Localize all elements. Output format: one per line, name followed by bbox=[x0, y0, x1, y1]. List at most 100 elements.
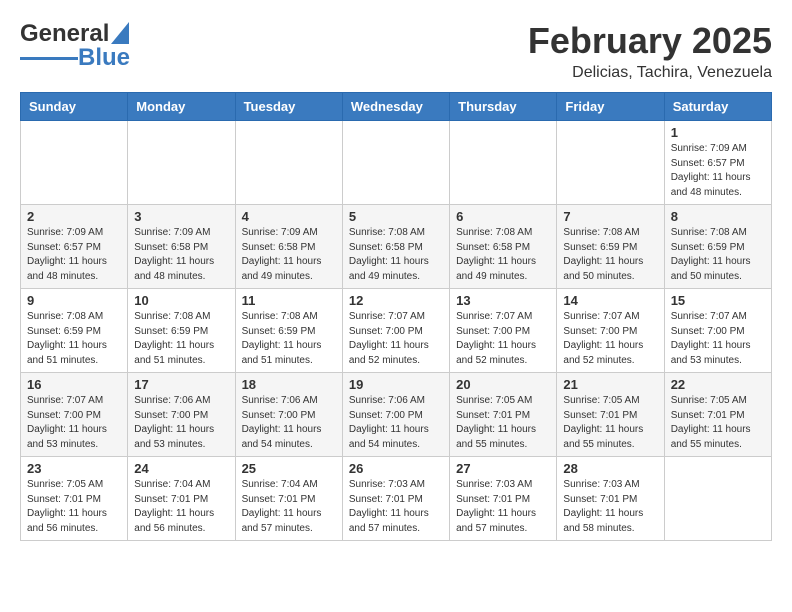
day-info: Sunrise: 7:08 AM Sunset: 6:58 PM Dayligh… bbox=[456, 226, 550, 284]
day-info: Sunrise: 7:07 AM Sunset: 7:00 PM Dayligh… bbox=[27, 394, 121, 452]
calendar-week-3: 16 Sunrise: 7:07 AM Sunset: 7:00 PM Dayli… bbox=[21, 373, 772, 457]
day-number: 22 bbox=[671, 377, 765, 392]
day-info: Sunrise: 7:08 AM Sunset: 6:58 PM Dayligh… bbox=[349, 226, 443, 284]
calendar-cell bbox=[235, 121, 342, 205]
calendar-cell bbox=[664, 457, 771, 541]
day-number: 17 bbox=[134, 377, 228, 392]
day-info: Sunrise: 7:06 AM Sunset: 7:00 PM Dayligh… bbox=[242, 394, 336, 452]
day-number: 25 bbox=[242, 461, 336, 476]
day-number: 5 bbox=[349, 209, 443, 224]
day-info: Sunrise: 7:09 AM Sunset: 6:58 PM Dayligh… bbox=[134, 226, 228, 284]
weekday-header-sunday: Sunday bbox=[21, 93, 128, 121]
day-number: 10 bbox=[134, 293, 228, 308]
calendar-cell: 26 Sunrise: 7:03 AM Sunset: 7:01 PM Dayli… bbox=[342, 457, 449, 541]
calendar-cell: 2 Sunrise: 7:09 AM Sunset: 6:57 PM Daylig… bbox=[21, 205, 128, 289]
month-title: February 2025 bbox=[528, 20, 772, 62]
day-info: Sunrise: 7:09 AM Sunset: 6:58 PM Dayligh… bbox=[242, 226, 336, 284]
day-number: 3 bbox=[134, 209, 228, 224]
day-info: Sunrise: 7:08 AM Sunset: 6:59 PM Dayligh… bbox=[671, 226, 765, 284]
day-number: 1 bbox=[671, 125, 765, 140]
calendar-week-0: 1 Sunrise: 7:09 AM Sunset: 6:57 PM Daylig… bbox=[21, 121, 772, 205]
day-info: Sunrise: 7:05 AM Sunset: 7:01 PM Dayligh… bbox=[27, 478, 121, 536]
calendar-cell: 16 Sunrise: 7:07 AM Sunset: 7:00 PM Dayli… bbox=[21, 373, 128, 457]
calendar-cell: 23 Sunrise: 7:05 AM Sunset: 7:01 PM Dayli… bbox=[21, 457, 128, 541]
day-number: 6 bbox=[456, 209, 550, 224]
logo-icon bbox=[111, 22, 129, 44]
day-number: 7 bbox=[563, 209, 657, 224]
calendar-cell: 17 Sunrise: 7:06 AM Sunset: 7:00 PM Dayli… bbox=[128, 373, 235, 457]
calendar-cell bbox=[450, 121, 557, 205]
day-number: 18 bbox=[242, 377, 336, 392]
calendar-cell: 5 Sunrise: 7:08 AM Sunset: 6:58 PM Daylig… bbox=[342, 205, 449, 289]
calendar-cell: 13Sunrise: 7:07 AM Sunset: 7:00 PM Dayli… bbox=[450, 289, 557, 373]
calendar-cell: 12Sunrise: 7:07 AM Sunset: 7:00 PM Dayli… bbox=[342, 289, 449, 373]
day-info: Sunrise: 7:05 AM Sunset: 7:01 PM Dayligh… bbox=[456, 394, 550, 452]
day-number: 12 bbox=[349, 293, 443, 308]
day-info: Sunrise: 7:09 AM Sunset: 6:57 PM Dayligh… bbox=[671, 142, 765, 200]
day-number: 16 bbox=[27, 377, 121, 392]
calendar-cell: 18 Sunrise: 7:06 AM Sunset: 7:00 PM Dayli… bbox=[235, 373, 342, 457]
day-number: 26 bbox=[349, 461, 443, 476]
day-number: 15 bbox=[671, 293, 765, 308]
calendar-cell: 3 Sunrise: 7:09 AM Sunset: 6:58 PM Daylig… bbox=[128, 205, 235, 289]
weekday-header-monday: Monday bbox=[128, 93, 235, 121]
day-info: Sunrise: 7:03 AM Sunset: 7:01 PM Dayligh… bbox=[349, 478, 443, 536]
calendar-cell bbox=[557, 121, 664, 205]
day-number: 23 bbox=[27, 461, 121, 476]
day-info: Sunrise: 7:04 AM Sunset: 7:01 PM Dayligh… bbox=[134, 478, 228, 536]
location-title: Delicias, Tachira, Venezuela bbox=[528, 64, 772, 82]
weekday-header-tuesday: Tuesday bbox=[235, 93, 342, 121]
title-area: February 2025 Delicias, Tachira, Venezue… bbox=[528, 20, 772, 82]
calendar-cell: 24Sunrise: 7:04 AM Sunset: 7:01 PM Dayli… bbox=[128, 457, 235, 541]
calendar-cell: 21Sunrise: 7:05 AM Sunset: 7:01 PM Dayli… bbox=[557, 373, 664, 457]
calendar-cell: 14Sunrise: 7:07 AM Sunset: 7:00 PM Dayli… bbox=[557, 289, 664, 373]
logo: General Blue bbox=[20, 20, 130, 72]
day-number: 21 bbox=[563, 377, 657, 392]
calendar-cell bbox=[128, 121, 235, 205]
calendar-header-row: SundayMondayTuesdayWednesdayThursdayFrid… bbox=[21, 93, 772, 121]
calendar-cell: 11 Sunrise: 7:08 AM Sunset: 6:59 PM Dayli… bbox=[235, 289, 342, 373]
calendar-week-1: 2 Sunrise: 7:09 AM Sunset: 6:57 PM Daylig… bbox=[21, 205, 772, 289]
calendar-cell: 19Sunrise: 7:06 AM Sunset: 7:00 PM Dayli… bbox=[342, 373, 449, 457]
day-info: Sunrise: 7:06 AM Sunset: 7:00 PM Dayligh… bbox=[134, 394, 228, 452]
day-number: 27 bbox=[456, 461, 550, 476]
calendar-cell: 1 Sunrise: 7:09 AM Sunset: 6:57 PM Daylig… bbox=[664, 121, 771, 205]
calendar-cell bbox=[21, 121, 128, 205]
calendar-cell: 10Sunrise: 7:08 AM Sunset: 6:59 PM Dayli… bbox=[128, 289, 235, 373]
day-number: 20 bbox=[456, 377, 550, 392]
day-number: 8 bbox=[671, 209, 765, 224]
logo-blue: Blue bbox=[78, 44, 130, 72]
day-info: Sunrise: 7:06 AM Sunset: 7:00 PM Dayligh… bbox=[349, 394, 443, 452]
day-info: Sunrise: 7:03 AM Sunset: 7:01 PM Dayligh… bbox=[563, 478, 657, 536]
calendar-cell: 6 Sunrise: 7:08 AM Sunset: 6:58 PM Daylig… bbox=[450, 205, 557, 289]
calendar-cell: 20 Sunrise: 7:05 AM Sunset: 7:01 PM Dayli… bbox=[450, 373, 557, 457]
calendar-cell: 25Sunrise: 7:04 AM Sunset: 7:01 PM Dayli… bbox=[235, 457, 342, 541]
day-number: 11 bbox=[242, 293, 336, 308]
calendar-week-2: 9Sunrise: 7:08 AM Sunset: 6:59 PM Daylig… bbox=[21, 289, 772, 373]
day-info: Sunrise: 7:08 AM Sunset: 6:59 PM Dayligh… bbox=[563, 226, 657, 284]
day-info: Sunrise: 7:08 AM Sunset: 6:59 PM Dayligh… bbox=[27, 310, 121, 368]
day-number: 28 bbox=[563, 461, 657, 476]
calendar-cell: 8 Sunrise: 7:08 AM Sunset: 6:59 PM Daylig… bbox=[664, 205, 771, 289]
calendar-cell: 22 Sunrise: 7:05 AM Sunset: 7:01 PM Dayli… bbox=[664, 373, 771, 457]
weekday-header-thursday: Thursday bbox=[450, 93, 557, 121]
day-info: Sunrise: 7:07 AM Sunset: 7:00 PM Dayligh… bbox=[456, 310, 550, 368]
day-info: Sunrise: 7:07 AM Sunset: 7:00 PM Dayligh… bbox=[671, 310, 765, 368]
day-number: 14 bbox=[563, 293, 657, 308]
day-number: 2 bbox=[27, 209, 121, 224]
calendar-cell: 4Sunrise: 7:09 AM Sunset: 6:58 PM Daylig… bbox=[235, 205, 342, 289]
day-info: Sunrise: 7:05 AM Sunset: 7:01 PM Dayligh… bbox=[671, 394, 765, 452]
calendar-cell: 7 Sunrise: 7:08 AM Sunset: 6:59 PM Daylig… bbox=[557, 205, 664, 289]
calendar-cell: 15 Sunrise: 7:07 AM Sunset: 7:00 PM Dayli… bbox=[664, 289, 771, 373]
calendar-cell: 9Sunrise: 7:08 AM Sunset: 6:59 PM Daylig… bbox=[21, 289, 128, 373]
day-info: Sunrise: 7:08 AM Sunset: 6:59 PM Dayligh… bbox=[242, 310, 336, 368]
calendar-week-4: 23 Sunrise: 7:05 AM Sunset: 7:01 PM Dayli… bbox=[21, 457, 772, 541]
calendar-table: SundayMondayTuesdayWednesdayThursdayFrid… bbox=[20, 92, 772, 541]
day-info: Sunrise: 7:09 AM Sunset: 6:57 PM Dayligh… bbox=[27, 226, 121, 284]
calendar-cell bbox=[342, 121, 449, 205]
calendar-cell: 27 Sunrise: 7:03 AM Sunset: 7:01 PM Dayli… bbox=[450, 457, 557, 541]
day-info: Sunrise: 7:03 AM Sunset: 7:01 PM Dayligh… bbox=[456, 478, 550, 536]
weekday-header-friday: Friday bbox=[557, 93, 664, 121]
weekday-header-wednesday: Wednesday bbox=[342, 93, 449, 121]
weekday-header-saturday: Saturday bbox=[664, 93, 771, 121]
